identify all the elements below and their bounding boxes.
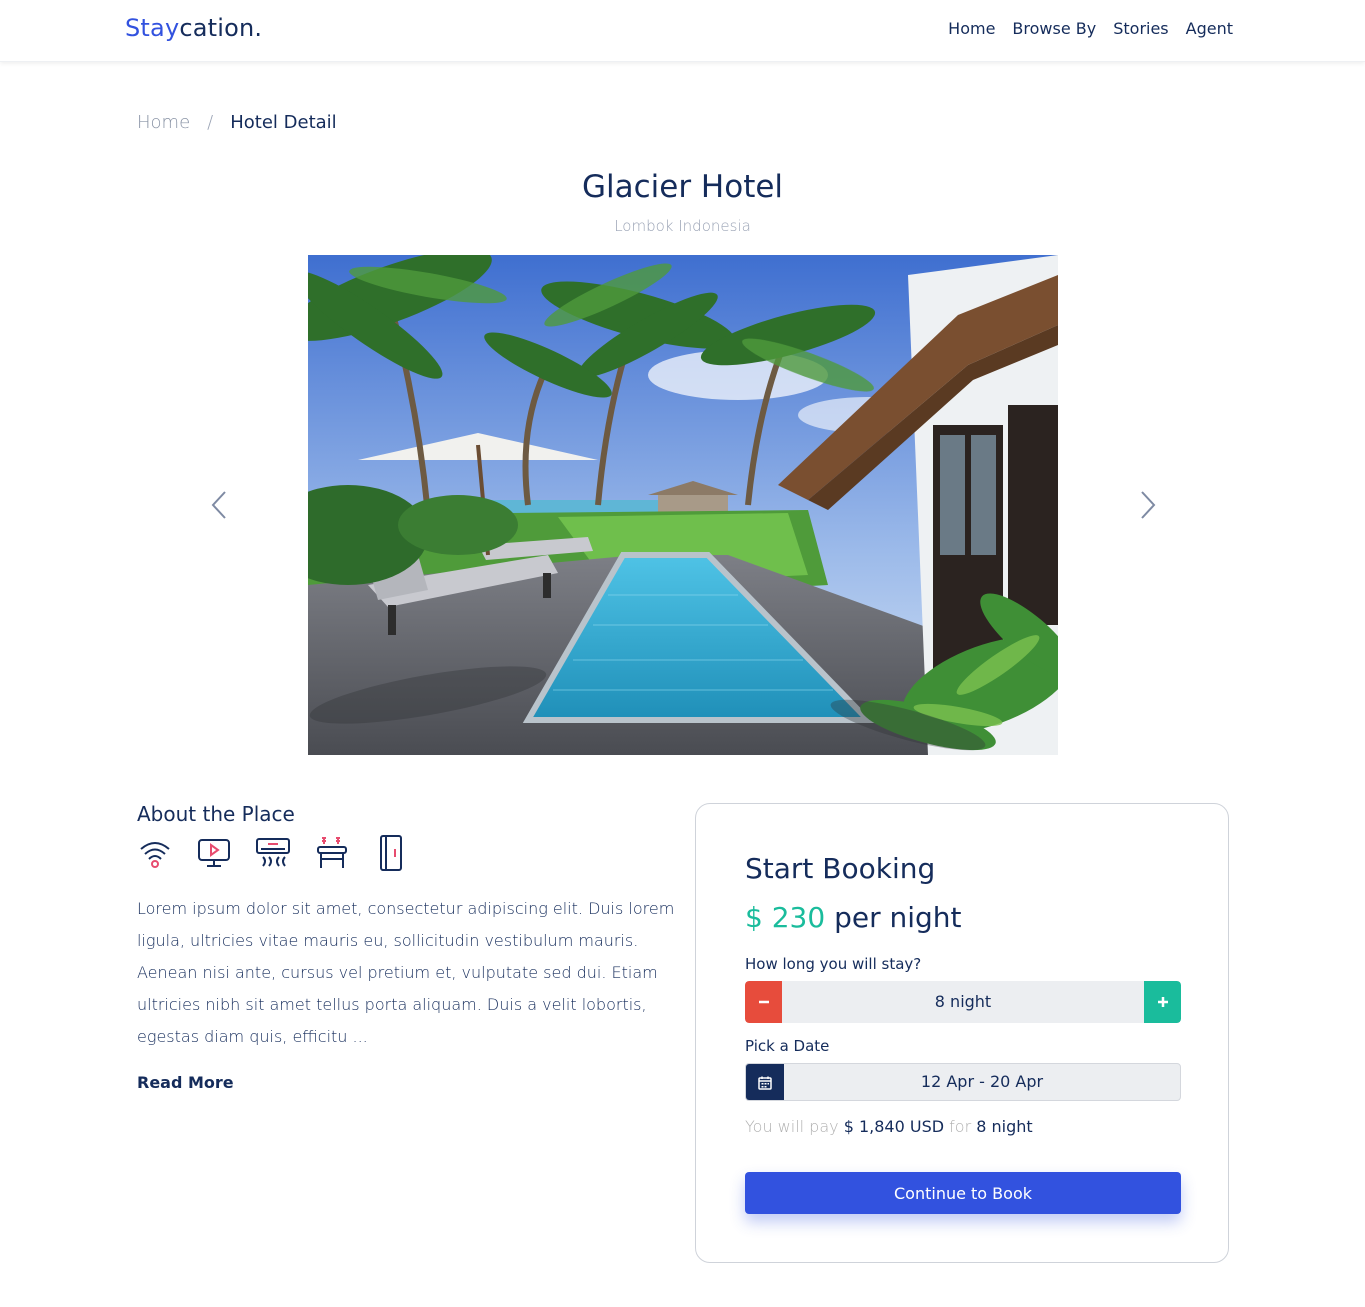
nav-agent-link[interactable]: Agent: [1186, 19, 1233, 38]
refrigerator-icon: [380, 835, 402, 871]
nav-home-link[interactable]: Home: [948, 19, 995, 38]
dining-table-icon: [317, 837, 347, 868]
gallery-next-button[interactable]: [1132, 488, 1162, 522]
payment-summary: You will pay $ 1,840 USD for 8 night: [745, 1117, 1033, 1136]
date-picker-label: Pick a Date: [745, 1037, 830, 1055]
about-description: Lorem ipsum dolor sit amet, consectetur …: [137, 899, 675, 1046]
pay-nights: 8 night: [976, 1117, 1033, 1136]
navbar: Staycation. Home Browse By Stories Agent: [0, 0, 1365, 62]
minus-icon: [758, 1000, 769, 1004]
nav-stories-link[interactable]: Stories: [1113, 19, 1168, 38]
pay-amount: $ 1,840 USD: [843, 1117, 945, 1136]
chevron-left-icon: [211, 491, 226, 519]
nav-browse-by-link[interactable]: Browse By: [1012, 19, 1096, 38]
brand-logo[interactable]: Staycation.: [125, 14, 262, 42]
read-more-link[interactable]: Read More: [137, 1073, 234, 1092]
wifi-icon: [140, 842, 170, 868]
booking-title: Start Booking: [745, 852, 936, 885]
calendar-icon: [758, 1076, 772, 1090]
stay-duration-label: How long you will stay?: [745, 955, 922, 973]
amenities-list: [137, 835, 409, 871]
price-amount: $ 230: [745, 901, 826, 934]
tv-icon: [198, 839, 230, 867]
price-unit: per night: [834, 901, 962, 934]
breadcrumb-home-link[interactable]: Home: [137, 112, 190, 133]
hotel-photo: [308, 255, 1058, 755]
pay-prefix: You will pay: [745, 1117, 839, 1136]
hotel-location: Lombok Indonesia: [614, 217, 751, 235]
breadcrumb-separator: /: [207, 112, 214, 133]
breadcrumb-current: Hotel Detail: [230, 112, 337, 133]
date-range-value: 12 Apr - 20 Apr: [920, 1072, 1044, 1091]
main-nav: Home Browse By Stories Agent: [948, 19, 1233, 38]
stay-duration-stepper: 8 night: [745, 981, 1181, 1023]
booking-card: Start Booking $ 230 per night How long y…: [695, 803, 1229, 1263]
air-conditioner-icon: [256, 838, 290, 867]
brand-logo-part1: Stay: [125, 14, 180, 42]
pay-for: for: [949, 1117, 972, 1136]
increase-nights-button[interactable]: [1144, 981, 1181, 1023]
gallery-prev-button[interactable]: [205, 488, 235, 522]
continue-to-book-button[interactable]: Continue to Book: [745, 1172, 1181, 1214]
date-range-picker[interactable]: 12 Apr - 20 Apr: [745, 1063, 1181, 1101]
brand-logo-part2: cation.: [179, 14, 263, 42]
date-picker-button[interactable]: [746, 1064, 784, 1100]
plus-icon: [1157, 997, 1168, 1007]
booking-price: $ 230 per night: [745, 901, 962, 934]
about-title: About the Place: [137, 802, 295, 826]
hotel-name: Glacier Hotel: [581, 169, 784, 205]
nights-value[interactable]: 8 night: [782, 981, 1144, 1023]
breadcrumb: Home / Hotel Detail: [137, 112, 337, 133]
chevron-right-icon: [1141, 491, 1156, 519]
decrease-nights-button[interactable]: [745, 981, 782, 1023]
